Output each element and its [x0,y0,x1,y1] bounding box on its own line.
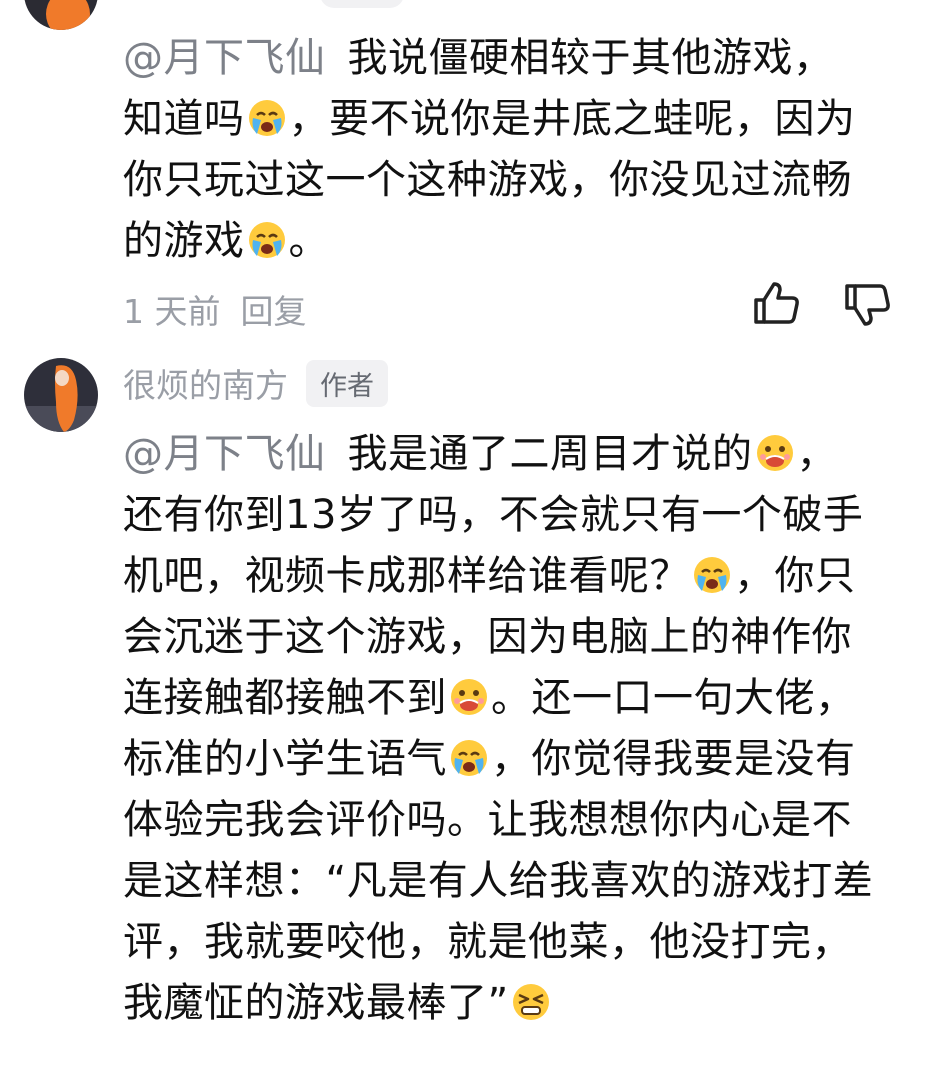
squinting-face-emoji [511,982,551,1022]
author-name[interactable]: 很烦的南方 [123,359,288,407]
comment-2-header: 很烦的南方 作者 [123,358,388,408]
author-badge: 作者 [306,359,388,407]
comment-1-meta: 1 天前 回复 [123,285,327,333]
thumbs-down-icon[interactable] [843,282,893,328]
crying-face-emoji [247,220,287,260]
thumbs-up-icon[interactable] [752,280,802,326]
crying-face-emoji [692,555,732,595]
author-badge-top [320,0,404,8]
crying-face-emoji [247,98,287,138]
mention-link[interactable]: @月下飞仙 [123,431,326,477]
drooling-face-emoji [449,677,489,717]
crying-face-emoji [449,738,489,778]
comment-1-body: @月下飞仙 我说僵硬相较于其他游戏， 知道吗 ，要不说你是井底之蛙呢，因为 你只玩过… [123,35,856,264]
reply-button[interactable]: 回复 [241,292,307,331]
avatar[interactable] [24,358,98,432]
comment-2-body: @月下飞仙 我是通了二周目才说的， 还有你到13岁了吗，不会就只有一个破手 机吧，… [123,431,874,1026]
drooling-face-emoji [755,433,795,473]
comment-timestamp: 1 天前 [123,292,221,331]
mention-link[interactable]: @月下飞仙 [123,35,326,81]
avatar-top[interactable] [24,0,98,30]
